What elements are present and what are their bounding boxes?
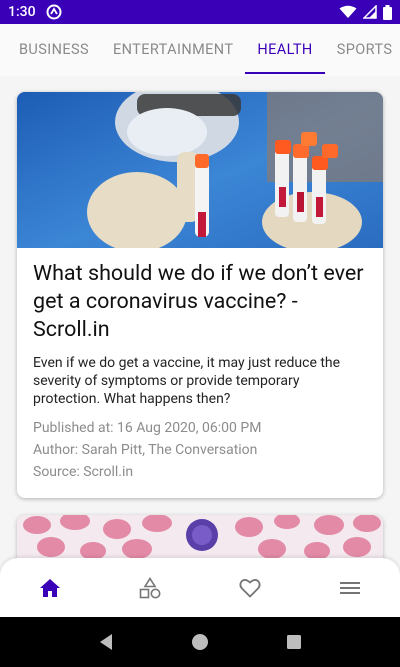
bottom-navigation xyxy=(0,558,400,617)
status-bar: 1:30 xyxy=(0,0,400,24)
article-author: Author: Sarah Pitt, The Conversation xyxy=(33,442,258,458)
status-icons xyxy=(339,4,392,20)
article-title[interactable]: What should we do if we don’t ever get a… xyxy=(33,260,373,344)
tab-health[interactable]: HEALTH xyxy=(245,24,326,76)
category-tabs: BUSINESS ENTERTAINMENT HEALTH SPORTS xyxy=(0,24,400,76)
menu-icon xyxy=(340,581,360,594)
article-card[interactable]: What should we do if we don’t ever get a… xyxy=(17,92,383,498)
system-navigation-bar xyxy=(0,617,400,667)
tab-sports[interactable]: SPORTS xyxy=(325,24,400,76)
tab-entertainment[interactable]: ENTERTAINMENT xyxy=(101,24,245,76)
app-screen: 1:30 BUSINESS ENTERTAINMENT HEALTH SPORT… xyxy=(0,0,400,667)
article-published: Published at: 16 Aug 2020, 06:00 PM xyxy=(33,420,262,436)
article-description: Even if we do get a vaccine, it may just… xyxy=(33,355,341,407)
battery-icon xyxy=(383,4,392,20)
nav-categories[interactable] xyxy=(120,568,180,608)
recents-icon[interactable] xyxy=(286,634,302,650)
categories-icon xyxy=(139,576,161,598)
article-source: Source: Scroll.in xyxy=(33,464,134,480)
home-icon xyxy=(40,578,60,597)
article-image xyxy=(17,92,383,248)
tab-business[interactable]: BUSINESS xyxy=(0,24,101,76)
heart-icon xyxy=(239,578,261,598)
nav-favorites[interactable] xyxy=(220,568,280,608)
nav-menu[interactable] xyxy=(320,568,380,608)
back-icon[interactable] xyxy=(98,633,114,651)
wifi-icon xyxy=(339,5,357,18)
notification-icon xyxy=(46,4,62,20)
status-time: 1:30 xyxy=(8,4,36,20)
nav-home[interactable] xyxy=(20,568,80,608)
home-circle-icon[interactable] xyxy=(191,633,209,651)
signal-icon xyxy=(363,5,377,19)
